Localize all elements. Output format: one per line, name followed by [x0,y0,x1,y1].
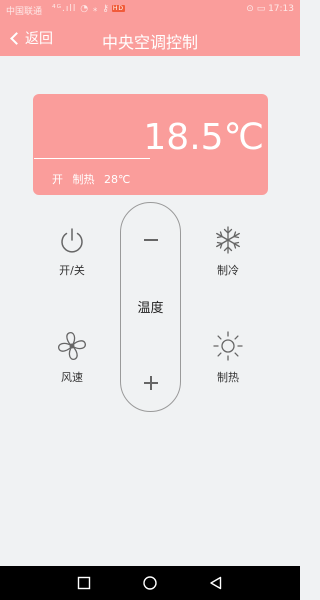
status-right: ⊙ ▭ 17:13 [246,4,294,14]
square-icon [77,576,91,590]
signal-icons: ⁴ᴳ.ıll ◔ ⁎ ⚷ HD [52,4,126,14]
back-nav-button[interactable] [208,575,224,591]
status-bar: 中国联通 ⁴ᴳ.ıll ◔ ⁎ ⚷ HD ⊙ ▭ 17:13 [0,0,300,20]
fan-icon [58,332,86,360]
carrier-name: 中国联通 [6,7,43,17]
divider-line [34,158,150,159]
fan-speed-button[interactable]: 风速 [44,329,100,385]
temperature-label: 温度 [137,301,164,316]
hd-badge: HD [111,5,126,12]
home-button[interactable] [142,575,158,591]
set-temperature: 28℃ [104,173,131,186]
temperature-increase-button[interactable] [141,373,161,393]
power-state: 开 [52,173,63,186]
title-bar: 返回 中央空调控制 [0,20,300,56]
heat-mode-button[interactable]: 制热 [200,329,256,385]
current-temperature: 18.5℃ [143,117,264,158]
signal-icon: ⁴ᴳ.ıll ◔ ⁎ ⚷ [52,4,110,14]
temperature-control: 温度 [120,202,181,412]
power-icon [61,228,83,253]
temperature-decrease-button[interactable] [141,235,161,245]
power-button[interactable]: 开/关 [44,224,100,278]
page-title: 中央空调控制 [101,33,198,52]
fan-label: 风速 [61,371,83,384]
cool-label: 制冷 [217,264,239,277]
cool-mode-button[interactable]: 制冷 [200,224,256,278]
sun-icon [213,331,243,361]
circle-icon [143,576,157,590]
status-line: 开 制热 28℃ [52,171,136,187]
temperature-display-panel: 18.5℃ 开 制热 28℃ [33,94,268,195]
snowflake-icon [216,226,240,254]
recents-button[interactable] [76,575,92,591]
mode-state: 制热 [72,173,95,186]
power-label: 开/关 [59,264,85,277]
heat-label: 制热 [217,371,239,384]
triangle-icon [210,576,222,590]
navigation-bar [0,566,300,600]
